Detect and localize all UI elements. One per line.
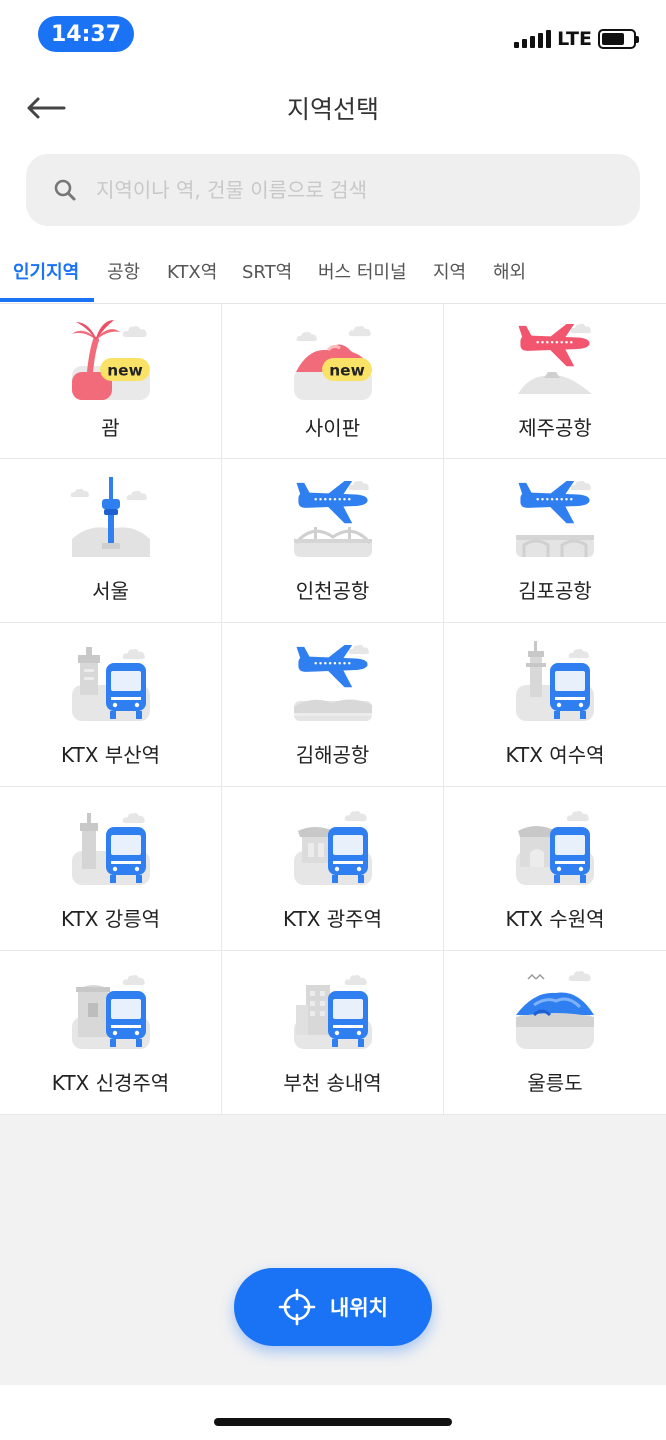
destination-label: KTX 신경주역 [51, 1071, 170, 1095]
destination-label: 제주공항 [518, 416, 592, 440]
island-mountain-icon [516, 971, 594, 1049]
signal-icon [514, 30, 552, 48]
plane-red-icon [518, 323, 592, 394]
page-title: 지역선택 [286, 95, 379, 124]
search-box[interactable] [26, 154, 640, 226]
battery-icon [598, 29, 639, 49]
destination-grid: 괌 사이판 제주공항 서울 인천공항 김포공항 KTX 부산역 김해공항 KTX… [0, 304, 666, 1115]
destination-ktx-gwangju[interactable]: KTX 광주역 [222, 787, 444, 951]
destination-label: 울릉도 [527, 1071, 583, 1095]
island-icon [293, 326, 372, 400]
destination-ktx-gangneung[interactable]: KTX 강릉역 [0, 787, 222, 951]
status-time: 14:37 [38, 16, 134, 52]
tab-popular[interactable]: 인기지역 [13, 258, 79, 284]
crosshair-icon [278, 1288, 316, 1326]
destination-label: KTX 부산역 [60, 743, 161, 767]
my-location-button[interactable]: 내위치 [234, 1268, 432, 1346]
destination-label: 사이판 [304, 416, 361, 440]
destination-label: KTX 강릉역 [60, 907, 161, 931]
home-indicator-area [0, 1385, 666, 1440]
destination-ktx-busan[interactable]: KTX 부산역 [0, 623, 222, 787]
train-building-icon [293, 975, 372, 1049]
destination-label: 인천공항 [295, 579, 370, 603]
grid-row: 서울 인천공항 김포공항 [0, 459, 666, 623]
palm-tree-icon [71, 320, 150, 400]
destination-label: 부천 송내역 [283, 1071, 382, 1095]
destination-label: 괌 [101, 416, 120, 440]
destination-label: KTX 여수역 [505, 743, 605, 767]
search-icon [50, 175, 80, 205]
destination-ktx-singyeongju[interactable]: KTX 신경주역 [0, 951, 222, 1115]
train-lighthouse-icon [71, 647, 150, 721]
status-indicators: LTE [514, 28, 639, 50]
grid-row: 괌 사이판 제주공항 [0, 304, 666, 459]
train-lighthouse-icon [71, 813, 150, 885]
destination-bucheon-songnae[interactable]: 부천 송내역 [222, 951, 444, 1115]
plane-bridge-icon [516, 480, 594, 557]
grid-row: KTX 부산역 김해공항 KTX 여수역 [0, 623, 666, 787]
search-input[interactable] [96, 178, 616, 202]
destination-seoul[interactable]: 서울 [0, 459, 222, 623]
header: 지역선택 [0, 70, 666, 150]
destination-ktx-suwon[interactable]: KTX 수원역 [444, 787, 666, 951]
tab-srt[interactable]: SRT역 [242, 258, 292, 284]
destination-label: 김포공항 [518, 579, 592, 603]
destination-label: 김해공항 [295, 743, 370, 767]
tab-ktx[interactable]: KTX역 [167, 258, 217, 284]
train-pagoda-icon [71, 975, 150, 1049]
status-bar: 14:37 LTE [0, 0, 666, 70]
search-bar [0, 150, 666, 240]
train-tower-icon [516, 641, 594, 721]
category-tabs: 인기지역 공항 KTX역 SRT역 버스 터미널 지역 해외 [0, 240, 666, 304]
train-hanok-icon [293, 811, 372, 885]
home-indicator[interactable] [214, 1418, 452, 1426]
my-location-label: 내위치 [330, 1296, 388, 1320]
destination-gimpo-airport[interactable]: 김포공항 [444, 459, 666, 623]
destination-gimhae-airport[interactable]: 김해공항 [222, 623, 444, 787]
tab-bus-terminal[interactable]: 버스 터미널 [318, 258, 407, 284]
tab-airport[interactable]: 공항 [107, 258, 140, 284]
destination-saipan[interactable]: 사이판 [222, 304, 444, 459]
tab-overseas[interactable]: 해외 [493, 258, 526, 284]
destination-incheon-airport[interactable]: 인천공항 [222, 459, 444, 623]
train-gate-icon [516, 811, 594, 885]
destination-label: KTX 광주역 [282, 907, 383, 931]
destination-ktx-yeosu[interactable]: KTX 여수역 [444, 623, 666, 787]
grid-row: KTX 신경주역 부천 송내역 울릉도 [0, 951, 666, 1115]
network-label: LTE [557, 28, 592, 50]
active-tab-indicator [0, 298, 94, 302]
destination-guam[interactable]: 괌 [0, 304, 222, 459]
destination-jeju-airport[interactable]: 제주공항 [444, 304, 666, 459]
plane-mountain-icon [293, 644, 372, 721]
destination-label: 서울 [92, 579, 129, 603]
grid-row: KTX 강릉역 KTX 광주역 KTX 수원역 [0, 787, 666, 951]
plane-bridge-icon [293, 480, 372, 557]
seoul-tower-icon [70, 477, 150, 557]
tab-region[interactable]: 지역 [433, 258, 466, 284]
destination-label: KTX 수원역 [505, 907, 605, 931]
destination-ulleungdo[interactable]: 울릉도 [444, 951, 666, 1115]
